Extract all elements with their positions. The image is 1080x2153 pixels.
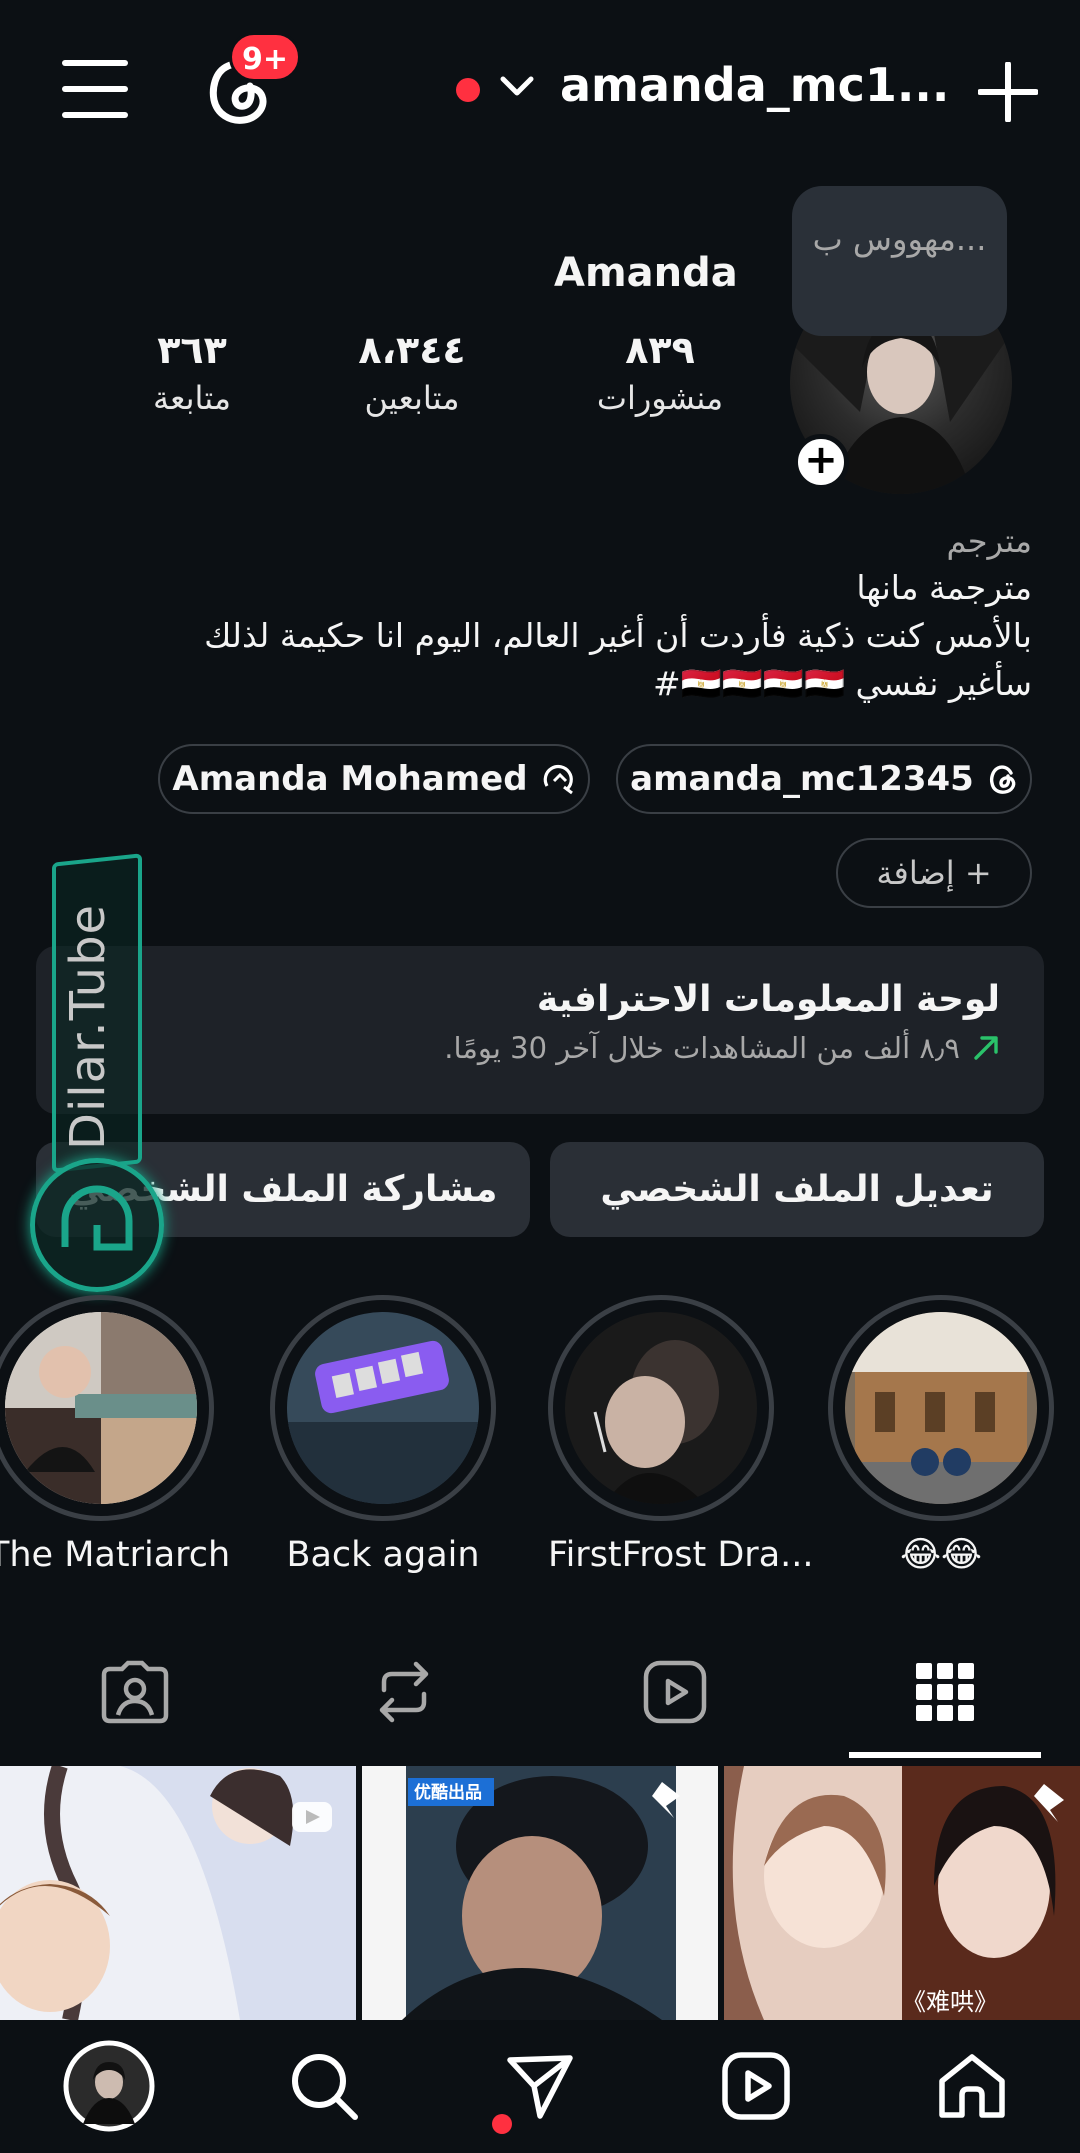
highlight-item[interactable]: Back again bbox=[270, 1295, 496, 1575]
facebook-link-label: Amanda Mohamed bbox=[172, 759, 528, 799]
status-dot bbox=[456, 78, 480, 102]
stat-value: ٨٣٩ bbox=[625, 328, 695, 372]
grid-post[interactable] bbox=[0, 1766, 356, 2020]
bio-line: بالأمس كنت ذكية فأردت أن أغير العالم، ال… bbox=[204, 616, 1032, 655]
grid-icon[interactable] bbox=[905, 1652, 985, 1732]
bio-line: سأغير نفسي 🇪🇬🇪🇬🇪🇬🇪🇬# bbox=[653, 664, 1032, 703]
grid-post[interactable]: 优酷出品 bbox=[362, 1766, 718, 2020]
stat-following[interactable]: ٣٦٣ متابعة bbox=[112, 326, 272, 422]
facebook-link[interactable]: Amanda Mohamed bbox=[158, 744, 590, 814]
threads-link[interactable]: amanda_mc12345 bbox=[616, 744, 1032, 814]
stat-value: ٣٦٣ bbox=[157, 328, 227, 372]
post-badge: 优酷出品 bbox=[414, 1783, 482, 1803]
reels-tab-icon[interactable] bbox=[635, 1652, 715, 1732]
bio: مترجم مترجمة مانها بالأمس كنت ذكية فأردت… bbox=[52, 518, 1032, 708]
messages-badge-dot bbox=[492, 2114, 512, 2134]
search-icon[interactable] bbox=[284, 2046, 364, 2126]
notification-badge: 9+ bbox=[229, 32, 302, 82]
highlight-item[interactable]: The Matriarch bbox=[0, 1295, 231, 1575]
stat-posts[interactable]: ٨٣٩ منشورات bbox=[580, 326, 740, 422]
trending-up-icon bbox=[972, 1034, 1000, 1062]
stat-followers[interactable]: ٨،٣٤٤ متابعين bbox=[332, 326, 492, 422]
bio-line: مترجمة مانها bbox=[856, 568, 1032, 607]
profile-avatar-tab[interactable] bbox=[63, 2040, 155, 2132]
post-caption: 《难哄》 bbox=[902, 1988, 998, 2016]
highlight-cover bbox=[565, 1312, 757, 1504]
highlight-ring bbox=[270, 1295, 496, 1521]
display-name: Amanda bbox=[554, 250, 738, 296]
highlight-label: The Matriarch bbox=[0, 1535, 231, 1575]
active-tab-indicator bbox=[849, 1752, 1041, 1758]
highlight-cover bbox=[287, 1312, 479, 1504]
reposts-icon[interactable] bbox=[364, 1652, 444, 1732]
reels-icon[interactable] bbox=[716, 2046, 796, 2126]
highlight-label: 😂😂 bbox=[900, 1535, 982, 1575]
watermark-text: Dilar.Tube bbox=[60, 903, 116, 1150]
highlight-cover bbox=[5, 1312, 197, 1504]
add-link-button[interactable]: + إضافة bbox=[836, 838, 1032, 908]
tagged-icon[interactable] bbox=[95, 1652, 175, 1732]
add-link-label: + إضافة bbox=[876, 854, 992, 892]
top-bar: 9+ amanda_mc1... bbox=[0, 0, 1080, 180]
edit-profile-button[interactable]: تعديل الملف الشخصي bbox=[550, 1142, 1044, 1237]
bottom-nav bbox=[0, 2020, 1080, 2153]
chevron-down-icon[interactable] bbox=[500, 76, 534, 98]
watermark-logo bbox=[30, 1158, 164, 1292]
highlight-ring bbox=[548, 1295, 774, 1521]
content-tabs bbox=[0, 1628, 1080, 1758]
home-icon[interactable] bbox=[932, 2046, 1012, 2126]
highlight-item[interactable]: 😂😂 bbox=[828, 1295, 1054, 1575]
stat-value: ٨،٣٤٤ bbox=[358, 328, 466, 372]
dashboard-views-text: ٨٫٩ ألف من المشاهدات خلال آخر 30 يومًا. bbox=[444, 1031, 960, 1065]
stat-label: متابعين bbox=[364, 379, 460, 417]
threads-link-label: amanda_mc12345 bbox=[630, 759, 974, 799]
stat-label: متابعة bbox=[152, 379, 232, 417]
create-plus-icon[interactable] bbox=[978, 62, 1038, 122]
highlight-label: Back again bbox=[286, 1535, 480, 1575]
post-grid: 优酷出品 《难哄》 bbox=[0, 1766, 1080, 2020]
threads-icon bbox=[988, 763, 1018, 795]
highlight-ring bbox=[0, 1295, 214, 1521]
profile-note[interactable]: مهووس ب... bbox=[792, 186, 1007, 336]
stat-label: منشورات bbox=[596, 379, 724, 417]
menu-icon[interactable] bbox=[62, 58, 128, 120]
grid-post[interactable]: 《难哄》 bbox=[724, 1766, 1080, 2020]
bio-category: مترجم bbox=[946, 522, 1032, 560]
send-icon[interactable] bbox=[500, 2046, 580, 2126]
add-story-button[interactable]: + bbox=[793, 434, 849, 490]
highlight-cover bbox=[845, 1312, 1037, 1504]
dashboard-title: لوحة المعلومات الاحترافية bbox=[536, 979, 1000, 1020]
account-switcher[interactable]: amanda_mc1... bbox=[560, 58, 949, 112]
highlight-label: FirstFrost Dra... bbox=[548, 1535, 814, 1575]
highlight-ring bbox=[828, 1295, 1054, 1521]
dashboard-subtitle: ٨٫٩ ألف من المشاهدات خلال آخر 30 يومًا. bbox=[80, 1024, 1000, 1072]
highlight-item[interactable]: FirstFrost Dra... bbox=[548, 1295, 814, 1575]
facebook-icon bbox=[542, 762, 576, 796]
professional-dashboard[interactable]: لوحة المعلومات الاحترافية ٨٫٩ ألف من الم… bbox=[36, 946, 1044, 1114]
